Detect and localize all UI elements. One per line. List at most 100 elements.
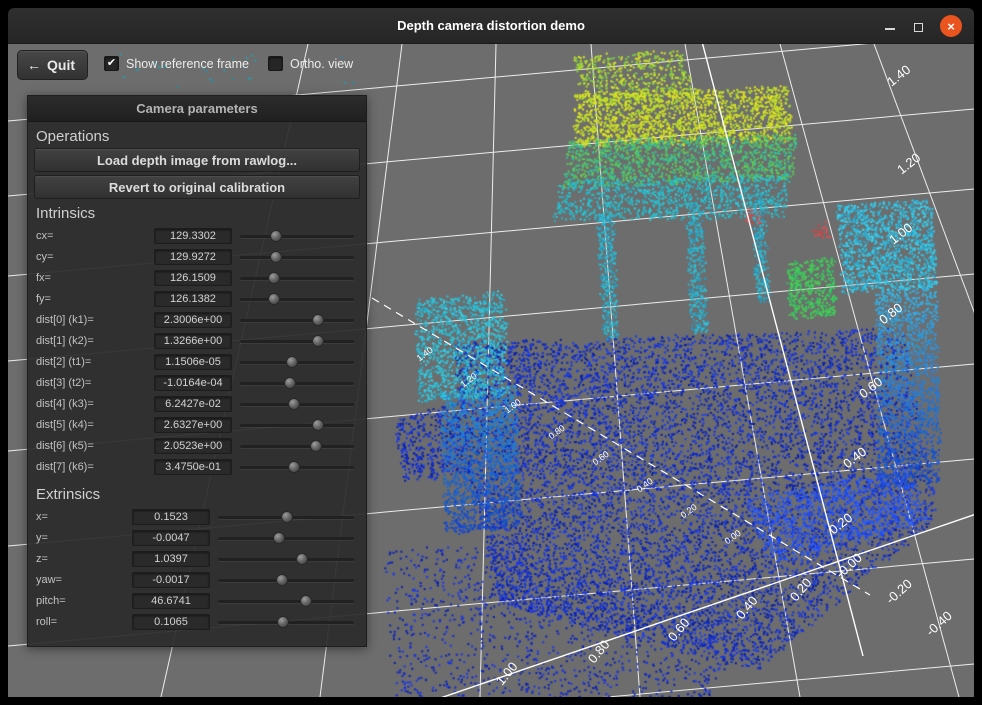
param-row: pitch= 46.6741: [28, 590, 366, 611]
param-slider[interactable]: [240, 334, 354, 348]
slider-track: [218, 600, 354, 603]
param-slider[interactable]: [218, 552, 354, 566]
slider-knob[interactable]: [312, 314, 324, 326]
slider-knob[interactable]: [296, 553, 308, 565]
slider-knob[interactable]: [270, 230, 282, 242]
slider-knob[interactable]: [286, 356, 298, 368]
extrinsics-heading: Extrinsics: [36, 486, 366, 503]
quit-label: Quit: [47, 57, 75, 73]
param-label: pitch=: [36, 595, 132, 607]
close-icon: ×: [947, 20, 955, 33]
slider-knob[interactable]: [284, 377, 296, 389]
param-value-box[interactable]: 3.4750e-01: [154, 459, 232, 475]
revert-calibration-button[interactable]: Revert to original calibration: [34, 175, 360, 199]
param-value-box[interactable]: 129.9272: [154, 249, 232, 265]
param-row: y= -0.0047: [28, 527, 366, 548]
slider-knob[interactable]: [281, 511, 293, 523]
slider-track: [218, 558, 354, 561]
param-slider[interactable]: [218, 594, 354, 608]
minimize-button[interactable]: [884, 20, 896, 32]
param-value-box[interactable]: 2.6327e+00: [154, 417, 232, 433]
maximize-icon: [914, 23, 923, 32]
window-title: Depth camera distortion demo: [8, 8, 974, 44]
slider-knob[interactable]: [288, 461, 300, 473]
minimize-icon: [885, 28, 895, 30]
param-value-box[interactable]: 126.1509: [154, 270, 232, 286]
dashed-axis-line: [372, 298, 870, 595]
param-slider[interactable]: [240, 439, 354, 453]
slider-knob[interactable]: [300, 595, 312, 607]
param-row: roll= 0.1065: [28, 611, 366, 632]
param-label: dist[3] (t2)=: [36, 377, 154, 389]
slider-track: [240, 340, 354, 343]
param-label: dist[5] (k4)=: [36, 419, 154, 431]
param-slider[interactable]: [240, 376, 354, 390]
param-value-box[interactable]: 0.1523: [132, 509, 210, 525]
param-label: dist[1] (k2)=: [36, 335, 154, 347]
slider-knob[interactable]: [288, 398, 300, 410]
param-slider[interactable]: [240, 397, 354, 411]
param-slider[interactable]: [218, 510, 354, 524]
param-slider[interactable]: [240, 250, 354, 264]
slider-track: [240, 235, 354, 238]
camera-parameters-panel: Camera parameters Operations Load depth …: [27, 95, 367, 647]
param-slider[interactable]: [218, 615, 354, 629]
maximize-button[interactable]: [912, 20, 924, 32]
param-label: cy=: [36, 251, 154, 263]
param-value-box[interactable]: 1.0397: [132, 551, 210, 567]
slider-knob[interactable]: [277, 616, 289, 628]
param-row: dist[5] (k4)= 2.6327e+00: [28, 414, 366, 435]
slider-knob[interactable]: [268, 293, 280, 305]
param-slider[interactable]: [240, 313, 354, 327]
ortho-view-label: Ortho. view: [290, 57, 353, 71]
param-slider[interactable]: [240, 355, 354, 369]
param-slider[interactable]: [240, 418, 354, 432]
slider-knob[interactable]: [310, 440, 322, 452]
param-slider[interactable]: [218, 573, 354, 587]
param-slider[interactable]: [240, 460, 354, 474]
param-value-box[interactable]: 126.1382: [154, 291, 232, 307]
param-row: x= 0.1523: [28, 506, 366, 527]
param-label: y=: [36, 532, 132, 544]
param-value-box[interactable]: 2.3006e+00: [154, 312, 232, 328]
show-reference-frame-checkbox[interactable]: ✔ Show reference frame: [104, 56, 249, 71]
slider-knob[interactable]: [312, 419, 324, 431]
slider-knob[interactable]: [312, 335, 324, 347]
param-slider[interactable]: [240, 292, 354, 306]
param-value-box[interactable]: 129.3302: [154, 228, 232, 244]
title-bar[interactable]: Depth camera distortion demo ×: [8, 8, 974, 44]
param-row: dist[3] (t2)= -1.0164e-04: [28, 372, 366, 393]
viewport-3d[interactable]: 1.401.201.000.800.600.400.20-0.00-0.20-0…: [8, 44, 974, 697]
ortho-view-checkbox[interactable]: Ortho. view: [268, 56, 353, 71]
param-row: fy= 126.1382: [28, 288, 366, 309]
close-button[interactable]: ×: [940, 15, 962, 37]
param-row: yaw= -0.0017: [28, 569, 366, 590]
operations-heading: Operations: [36, 128, 366, 145]
param-value-box[interactable]: 1.1506e-05: [154, 354, 232, 370]
param-row: fx= 126.1509: [28, 267, 366, 288]
param-row: dist[6] (k5)= 2.0523e+00: [28, 435, 366, 456]
param-value-box[interactable]: -0.0047: [132, 530, 210, 546]
slider-knob[interactable]: [268, 272, 280, 284]
slider-knob[interactable]: [276, 574, 288, 586]
checkbox-icon: [268, 56, 283, 71]
z-axis-line: [700, 44, 863, 656]
quit-button[interactable]: ← Quit: [17, 50, 88, 80]
param-value-box[interactable]: 0.1065: [132, 614, 210, 630]
param-value-box[interactable]: -1.0164e-04: [154, 375, 232, 391]
param-value-box[interactable]: 46.6741: [132, 593, 210, 609]
toolbar: ← Quit ✔ Show reference frame Ortho. vie…: [8, 44, 974, 88]
panel-header[interactable]: Camera parameters: [28, 96, 366, 122]
slider-knob[interactable]: [270, 251, 282, 263]
param-value-box[interactable]: 1.3266e+00: [154, 333, 232, 349]
slider-knob[interactable]: [273, 532, 285, 544]
param-slider[interactable]: [240, 271, 354, 285]
param-label: dist[6] (k5)=: [36, 440, 154, 452]
param-value-box[interactable]: -0.0017: [132, 572, 210, 588]
load-depth-image-button[interactable]: Load depth image from rawlog...: [34, 148, 360, 172]
param-value-box[interactable]: 6.2427e-02: [154, 396, 232, 412]
param-slider[interactable]: [240, 229, 354, 243]
slider-track: [240, 319, 354, 322]
param-value-box[interactable]: 2.0523e+00: [154, 438, 232, 454]
param-slider[interactable]: [218, 531, 354, 545]
